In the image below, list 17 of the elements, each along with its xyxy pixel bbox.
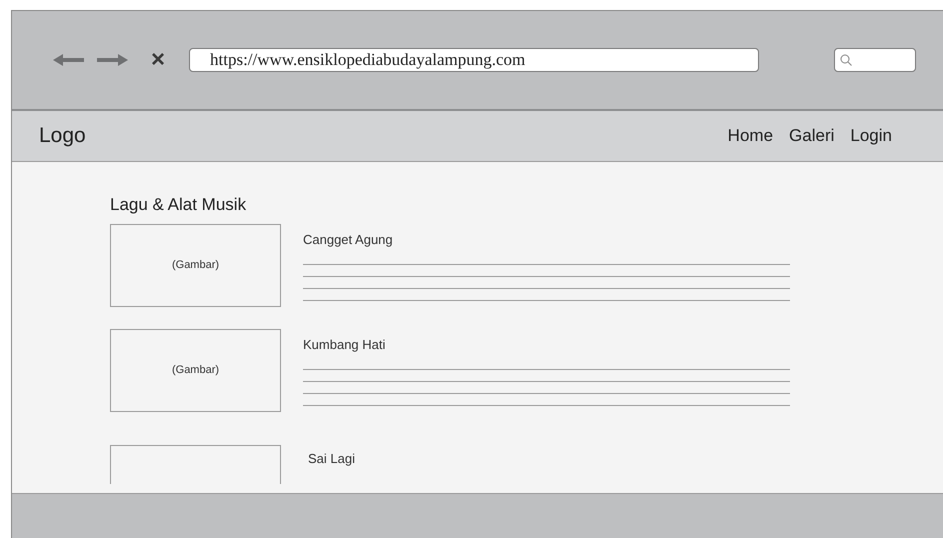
item-title: Cangget Agung [303, 232, 394, 248]
close-button[interactable]: × [151, 48, 166, 72]
section-heading: Lagu & Alat Musik [110, 194, 248, 216]
search-field[interactable] [834, 48, 916, 72]
image-label: (Gambar) [172, 258, 220, 274]
logo: Logo [39, 123, 86, 150]
item-title: Sai Lagi [308, 451, 355, 467]
nav-link[interactable]: Login [850, 123, 892, 149]
nav-link[interactable]: Home [728, 123, 774, 149]
url-field[interactable]: https://www.ensiklopediabudayalampung.com [189, 48, 760, 72]
image-label: (Gambar) [172, 363, 220, 378]
search-icon [840, 54, 852, 66]
back-arrow-icon[interactable] [53, 54, 84, 66]
nav-link[interactable]: Galeri [789, 123, 834, 149]
url-text: https://www.ensiklopediabudayalampung.com [210, 49, 526, 72]
forward-arrow-icon[interactable] [97, 54, 128, 66]
item-title: Kumbang Hati [303, 337, 386, 353]
